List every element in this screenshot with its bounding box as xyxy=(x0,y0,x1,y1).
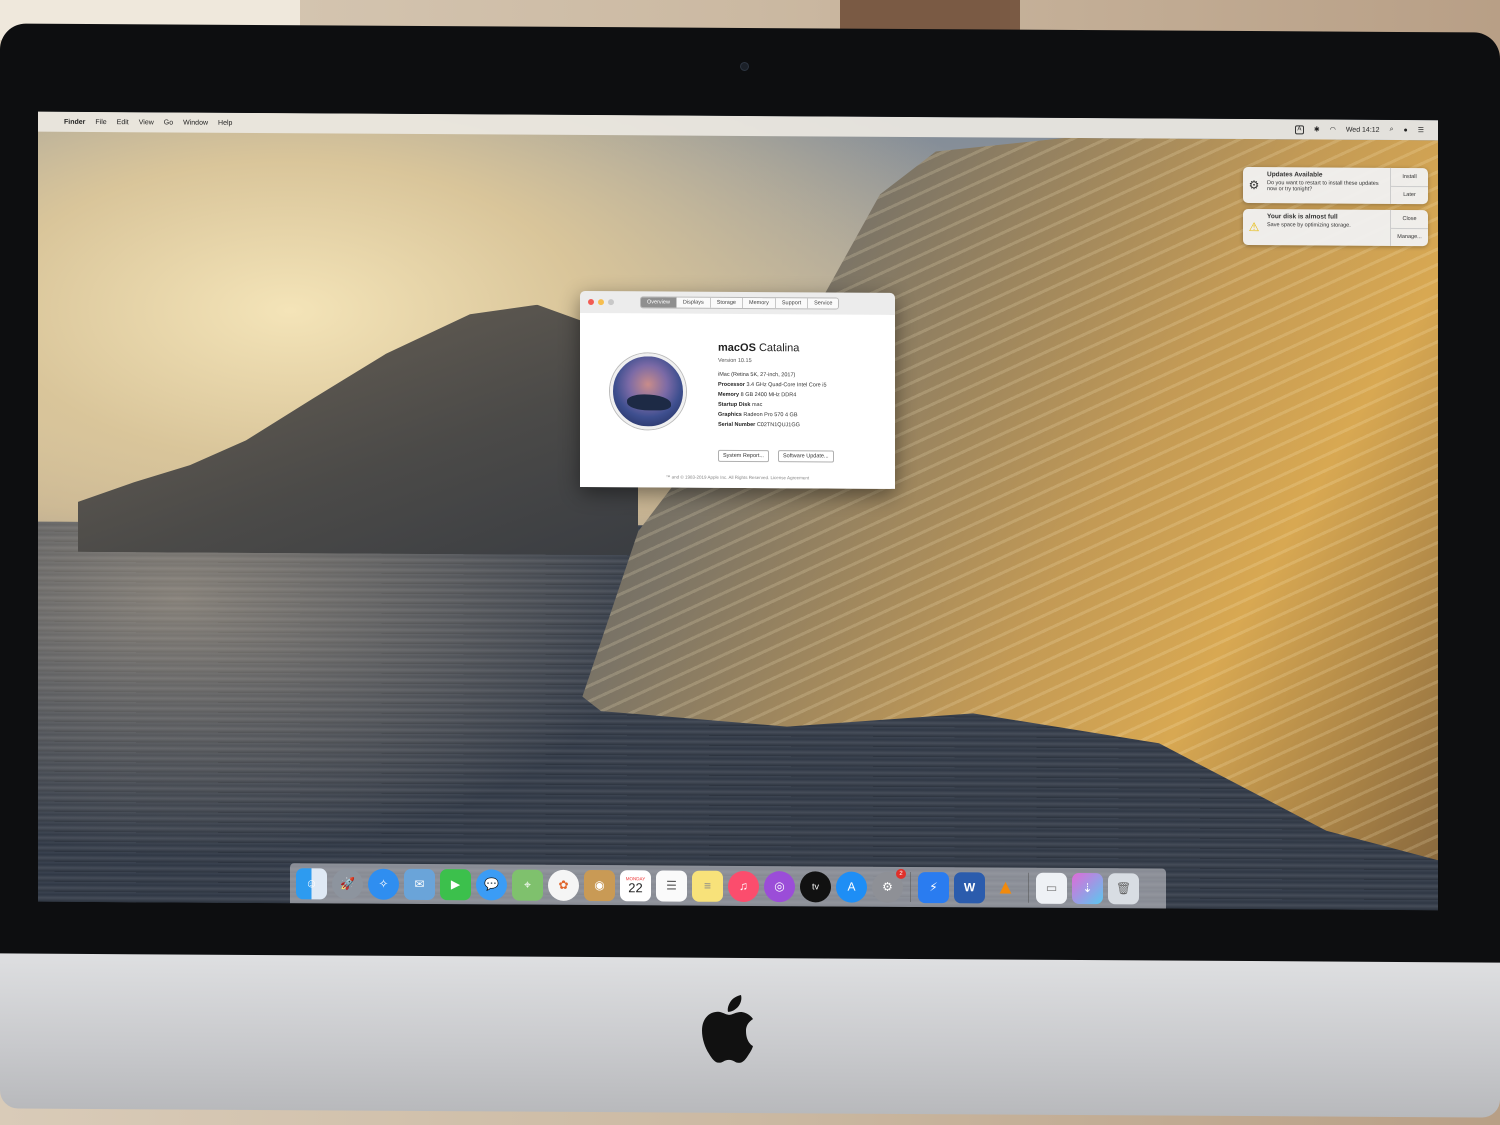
tv-icon[interactable]: tv xyxy=(800,870,831,902)
software-update-button[interactable]: Software Update... xyxy=(778,450,834,463)
spark-icon[interactable]: ⚡ xyxy=(918,871,949,903)
menu-file[interactable]: File xyxy=(95,119,106,126)
notification-body: Save space by optimizing storage. xyxy=(1267,222,1351,229)
notification-title: Updates Available xyxy=(1267,171,1323,179)
menu-help[interactable]: Help xyxy=(218,119,232,126)
dock: ☺ 🚀 ✧ ✉ ▶ 💬 ⌖ ✿ ◉ MONDAY 22 ☰ ≡ ♫ ◎ tv A… xyxy=(290,863,1166,909)
spec-label: Memory xyxy=(718,391,740,398)
messages-icon[interactable]: 💬 xyxy=(476,868,507,901)
contacts-icon[interactable]: ◉ xyxy=(584,869,615,901)
notification-body: Do you want to restart to install these … xyxy=(1267,180,1379,193)
dock-separator xyxy=(910,871,911,902)
dock-separator xyxy=(1028,872,1029,903)
notification-disk-full[interactable]: ⚠ Your disk is almost full Save space by… xyxy=(1243,209,1428,247)
close-window-button[interactable] xyxy=(588,299,594,306)
os-codename: Catalina xyxy=(758,342,800,355)
system-preferences-icon[interactable]: ⚙ 2 xyxy=(872,868,906,903)
bluetooth-icon[interactable]: ✱ xyxy=(1314,125,1320,133)
vlc-icon[interactable]: ▲ xyxy=(990,872,1021,903)
minimize-window-button[interactable] xyxy=(598,299,604,306)
system-report-button[interactable]: System Report... xyxy=(718,449,769,463)
spec-graphics: Graphics Radeon Pro 570 4 GB xyxy=(718,412,798,418)
notification-title: Your disk is almost full xyxy=(1267,213,1338,221)
trash-icon[interactable]: 🗑 xyxy=(1108,872,1139,904)
finder-icon[interactable]: ☺ xyxy=(296,867,327,899)
siri-icon[interactable]: ● xyxy=(1403,126,1407,133)
calendar-icon[interactable]: MONDAY 22 xyxy=(620,869,651,901)
spec-value: 3.4 GHz Quad-Core Intel Core i5 xyxy=(746,381,827,389)
spec-label: Serial Number xyxy=(718,421,756,429)
settings-badge: 2 xyxy=(896,868,906,879)
mac-model: iMac (Retina 5K, 27-inch, 2017) xyxy=(718,371,796,379)
gear-icon: ⚙ xyxy=(1248,178,1260,193)
launchpad-icon[interactable]: 🚀 xyxy=(332,867,363,900)
spec-value: C02TN1QUJ1GG xyxy=(756,422,800,429)
os-name: macOS Catalina xyxy=(718,342,799,354)
later-button[interactable]: Later xyxy=(1391,186,1428,204)
menu-extras: A ✱ ◠ Wed 14:12 ⌕ ● ☰ xyxy=(1294,124,1424,135)
window-titlebar[interactable]: Overview Displays Storage Memory Support… xyxy=(580,291,895,315)
spec-label: Startup Disk xyxy=(718,401,751,409)
camera xyxy=(740,61,749,71)
wifi-icon[interactable]: ◠ xyxy=(1330,126,1336,134)
photos-icon[interactable]: ✿ xyxy=(548,869,579,901)
tab-support[interactable]: Support xyxy=(775,298,809,309)
document-icon[interactable]: ▭ xyxy=(1036,872,1067,904)
tab-overview[interactable]: Overview xyxy=(641,297,677,308)
word-label: W xyxy=(963,880,976,895)
spec-value: 8 GB 2400 MHz DDR4 xyxy=(740,391,797,399)
overview-pane: macOS Catalina Version 10.15 iMac (Retin… xyxy=(580,312,895,489)
os-version: Version 10.15 xyxy=(718,357,752,365)
menu-clock[interactable]: Wed 14:12 xyxy=(1346,126,1380,133)
reminders-icon[interactable]: ☰ xyxy=(656,869,687,902)
safari-icon[interactable]: ✧ xyxy=(368,868,399,900)
notes-icon[interactable]: ≡ xyxy=(692,870,723,902)
close-button[interactable]: Close xyxy=(1391,209,1428,229)
maps-icon[interactable]: ⌖ xyxy=(512,869,543,901)
music-icon[interactable]: ♫ xyxy=(728,870,759,902)
podcasts-icon[interactable]: ◎ xyxy=(764,870,795,902)
tab-service[interactable]: Service xyxy=(808,298,839,309)
tab-displays[interactable]: Displays xyxy=(676,297,711,308)
word-icon[interactable]: W xyxy=(954,871,985,903)
spotlight-icon[interactable]: ⌕ xyxy=(1390,126,1394,134)
spec-processor: Processor 3.4 GHz Quad-Core Intel Core i… xyxy=(718,382,827,389)
tab-storage[interactable]: Storage xyxy=(710,297,743,308)
menu-window[interactable]: Window xyxy=(183,119,208,126)
spec-label: Graphics xyxy=(718,411,742,418)
spec-serial: Serial Number C02TN1QUJ1GG xyxy=(718,422,800,429)
downloads-icon[interactable]: ⇣ xyxy=(1072,872,1103,904)
install-button[interactable]: Install xyxy=(1391,167,1428,187)
zoom-window-button[interactable] xyxy=(608,299,614,306)
menu-go[interactable]: Go xyxy=(164,119,173,126)
about-this-mac-window: Overview Displays Storage Memory Support… xyxy=(580,290,895,489)
tab-bar: Overview Displays Storage Memory Support… xyxy=(640,296,840,310)
spec-value: mac xyxy=(751,402,763,409)
input-source-icon[interactable]: A xyxy=(1294,124,1304,134)
warning-icon: ⚠ xyxy=(1248,220,1260,235)
calendar-day: 22 xyxy=(628,880,643,896)
imac-bezel: Finder File Edit View Go Window Help A ✱… xyxy=(0,23,1500,1118)
app-store-icon[interactable]: A xyxy=(836,871,867,903)
os-brand: macOS xyxy=(718,341,756,355)
manage-button[interactable]: Manage... xyxy=(1391,228,1428,246)
spec-memory: Memory 8 GB 2400 MHz DDR4 xyxy=(718,392,796,398)
copyright-text: ™ and © 1983-2019 Apple Inc. All Rights … xyxy=(665,474,810,481)
spec-label: Processor xyxy=(718,381,745,388)
mail-icon[interactable]: ✉ xyxy=(404,868,435,900)
spec-value: Radeon Pro 570 4 GB xyxy=(743,411,798,419)
menu-view[interactable]: View xyxy=(139,119,154,126)
facetime-icon[interactable]: ▶ xyxy=(440,868,471,900)
tv-label: tv xyxy=(811,881,819,892)
notification-updates[interactable]: ⚙ Updates Available Do you want to resta… xyxy=(1243,167,1428,205)
screen: Finder File Edit View Go Window Help A ✱… xyxy=(38,111,1438,911)
macos-catalina-icon xyxy=(610,353,686,430)
menu-edit[interactable]: Edit xyxy=(117,119,129,126)
tab-memory[interactable]: Memory xyxy=(742,297,776,309)
menu-app-name[interactable]: Finder xyxy=(64,118,85,125)
spec-startup-disk: Startup Disk mac xyxy=(718,402,762,408)
notification-center-icon[interactable]: ☰ xyxy=(1418,126,1424,134)
apple-logo-icon xyxy=(702,994,753,1063)
